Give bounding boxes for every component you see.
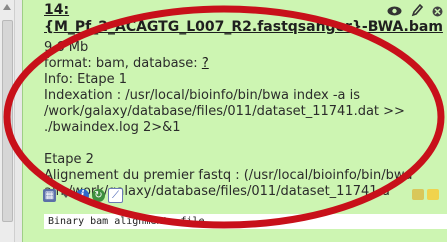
dataset-name[interactable]: {M_Pf_2_ACAGTG_L007_R2.fastqsanger}-BWA.…	[44, 19, 443, 36]
database-link[interactable]: ?	[202, 56, 209, 71]
dataset-panel: 14: {M_Pf_2_ACAGTG_L007_R2.fastqsanger}-…	[22, 0, 447, 242]
dataset-details: 9.6 Mb format: bam, database: ? Info: Et…	[44, 40, 447, 200]
info-line: ./bwaindex.log 2>&1	[44, 120, 181, 135]
rerun-icon[interactable]: ↻	[92, 188, 105, 202]
scroll-thumb[interactable]	[2, 20, 13, 222]
info-line: Info: Etape 1	[44, 72, 128, 87]
info-icon[interactable]: i	[76, 188, 89, 202]
info-line: Alignement du premier fastq : (/usr/loca…	[44, 168, 413, 183]
dataset-format-line: format: bam, database: ?	[44, 56, 447, 72]
info-line: /work/galaxy/database/files/011/dataset_…	[44, 104, 405, 119]
dataset-header-icons	[387, 3, 443, 21]
pencil-icon[interactable]	[411, 3, 423, 21]
info-line: Indexation : /usr/local/bioinfo/bin/bwa …	[44, 88, 361, 103]
dataset-size: 9.6 Mb	[44, 40, 89, 55]
tag-icon[interactable]	[412, 189, 424, 200]
scrollbar[interactable]	[0, 0, 15, 242]
visualize-icon[interactable]: ▦	[43, 188, 56, 202]
dataset-hid[interactable]: 14:	[44, 2, 374, 19]
dataset-toolbar: ▦ i ↻ ⟋	[43, 187, 123, 203]
eye-icon[interactable]	[387, 3, 402, 21]
dropdown-arrow-icon[interactable]	[62, 192, 70, 198]
annotation-icon[interactable]	[427, 189, 439, 200]
delete-icon[interactable]	[432, 3, 443, 21]
scroll-up-arrow-icon[interactable]	[3, 4, 11, 10]
info-line: Etape 2	[44, 152, 94, 167]
format-label: format: bam, database:	[44, 56, 202, 71]
dataset-peek: Binary bam alignments file	[44, 214, 447, 229]
chart-icon[interactable]: ⟋	[108, 187, 123, 203]
dataset-title[interactable]: 14: {M_Pf_2_ACAGTG_L007_R2.fastqsanger}-…	[44, 2, 443, 36]
